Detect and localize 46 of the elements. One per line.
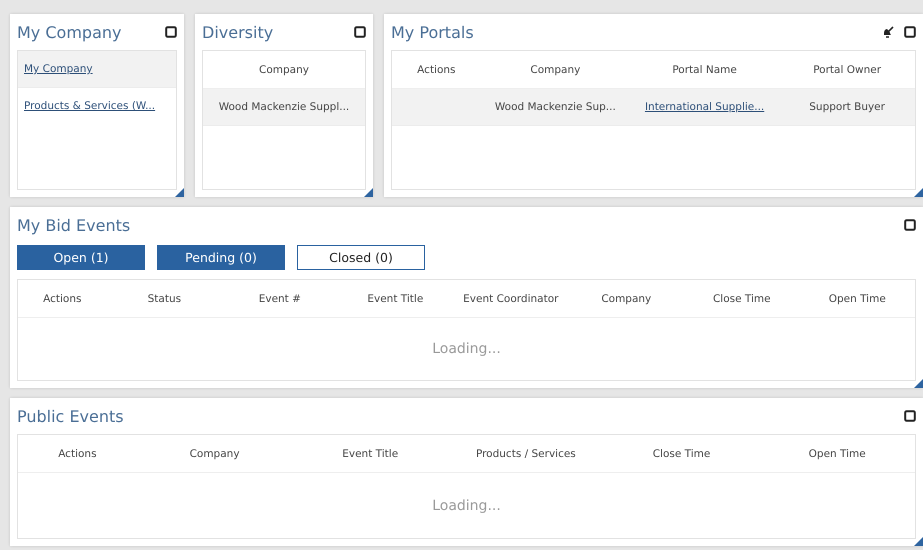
tab[interactable]: Open (1) <box>17 245 145 270</box>
tab[interactable]: Pending (0) <box>157 245 285 270</box>
table-cell: Support Buyer <box>809 101 885 113</box>
resize-handle[interactable] <box>914 188 923 197</box>
column-header: Close Time <box>712 292 771 304</box>
widget-title: Public Events <box>17 406 125 426</box>
column-header: Portal Name <box>672 64 737 76</box>
column-header: Event # <box>258 292 301 304</box>
column-header: Open Time <box>808 448 866 460</box>
column-header: Company <box>259 64 309 76</box>
table-link[interactable]: My Company <box>24 63 93 75</box>
column-header: Actions <box>417 64 456 76</box>
resize-handle[interactable] <box>364 188 373 197</box>
widget-title: My Company <box>17 22 122 42</box>
widget-title: My Portals <box>391 22 475 42</box>
bell-pen-icon[interactable] <box>881 26 894 38</box>
resize-handle[interactable] <box>175 188 184 197</box>
widget-title: Diversity <box>202 22 274 42</box>
loading-text: Loading... <box>432 498 501 514</box>
column-header: Actions <box>58 448 97 460</box>
loading-text: Loading... <box>432 341 501 357</box>
maximize-icon[interactable] <box>165 26 177 38</box>
column-header: Company <box>530 64 580 76</box>
widget-title: My Bid Events <box>17 216 132 234</box>
column-header: Products / Services <box>476 448 576 460</box>
table-link[interactable]: International Supplie... <box>644 101 764 113</box>
maximize-icon[interactable] <box>904 219 916 231</box>
column-header: Company <box>190 448 240 460</box>
column-header: Event Title <box>342 448 398 460</box>
column-header: Company <box>601 292 652 304</box>
maximize-icon[interactable] <box>354 26 366 38</box>
table-link[interactable]: Products & Services (W... <box>24 100 156 112</box>
table-cell: Wood Mackenzie Sup... <box>494 101 616 113</box>
column-header: Event Title <box>367 292 424 304</box>
tab[interactable]: Closed (0) <box>297 245 425 270</box>
column-header: Status <box>148 292 182 304</box>
maximize-icon[interactable] <box>904 26 916 38</box>
resize-handle[interactable] <box>914 537 923 546</box>
column-header: Event Coordinator <box>463 292 558 304</box>
column-header: Close Time <box>652 448 710 460</box>
maximize-icon[interactable] <box>904 410 916 422</box>
table-cell: Wood Mackenzie Suppl... <box>218 101 350 113</box>
column-header: Open Time <box>828 292 886 304</box>
resize-handle[interactable] <box>914 379 923 388</box>
column-header: Actions <box>43 292 82 304</box>
column-header: Portal Owner <box>813 64 882 76</box>
